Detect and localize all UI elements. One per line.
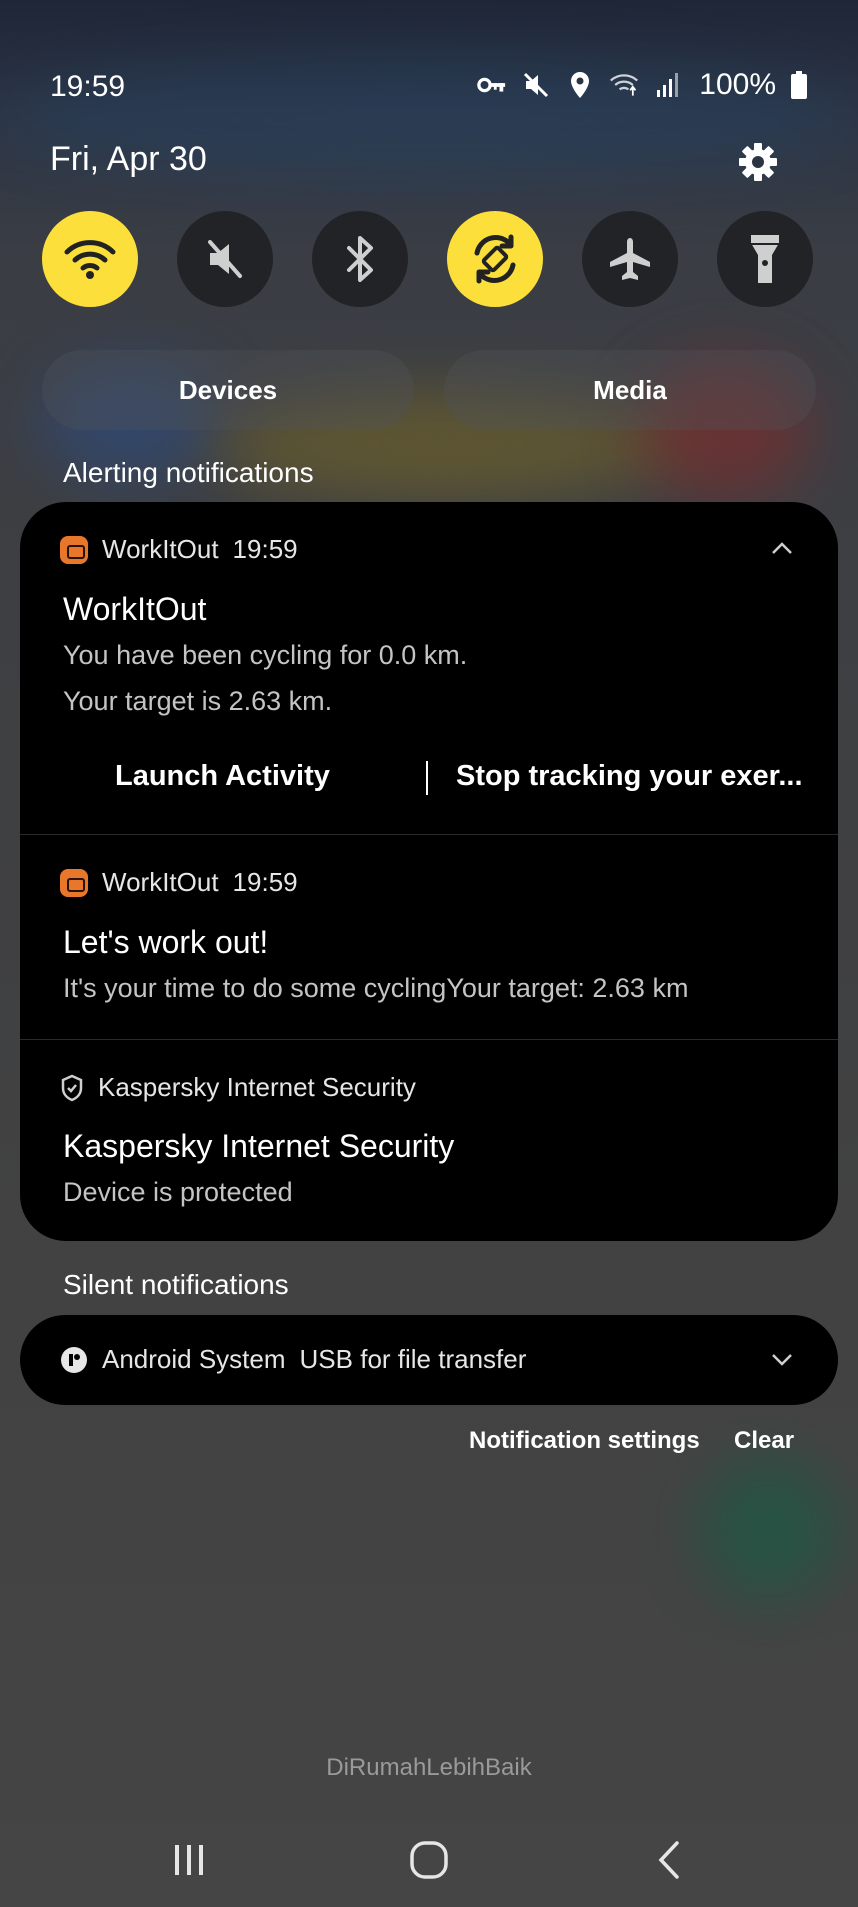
location-icon — [565, 70, 595, 100]
notification-header: WorkItOut 19:59 — [60, 534, 298, 565]
stop-tracking-button[interactable]: Stop tracking your exer... — [456, 760, 803, 793]
devices-button[interactable]: Devices — [42, 350, 414, 430]
navigation-bar — [0, 1820, 858, 1900]
devices-media-row: Devices Media — [42, 350, 816, 430]
carrier-label: DiRumahLebihBaik — [326, 1754, 532, 1781]
notification-body: Device is protected — [63, 1177, 293, 1207]
battery-percentage: 100% — [699, 68, 776, 101]
workitout-app-icon — [60, 868, 88, 897]
notification-header: Android System USB for file transfer — [60, 1344, 526, 1375]
mute-icon — [521, 70, 551, 100]
android-system-icon — [60, 1346, 88, 1374]
alerting-notifications-card: WorkItOut 19:59 WorkItOut You have been … — [20, 502, 838, 1241]
home-icon — [410, 1841, 448, 1879]
notification-title: Kaspersky Internet Security — [63, 1128, 455, 1164]
recent-apps-icon — [175, 1845, 203, 1875]
shield-icon — [60, 1074, 84, 1102]
quick-settings-row — [42, 211, 816, 307]
devices-label: Devices — [178, 374, 278, 405]
battery-icon — [790, 70, 808, 100]
vpn-key-icon — [477, 70, 507, 100]
wifi-toggle[interactable] — [42, 211, 138, 307]
settings-button[interactable] — [736, 140, 780, 184]
status-icons: 100% — [477, 68, 808, 102]
wifi-data-icon — [609, 70, 639, 100]
rotate-icon — [474, 234, 516, 284]
media-label: Media — [593, 374, 667, 405]
silent-notifications-label: Silent notifications — [63, 1269, 289, 1300]
chevron-up-icon — [772, 542, 792, 554]
notification-text: USB for file transfer — [299, 1344, 527, 1374]
launch-activity-button[interactable]: Launch Activity — [115, 760, 330, 793]
bluetooth-icon — [347, 236, 373, 282]
notification-title: WorkItOut — [63, 591, 207, 627]
back-button[interactable] — [629, 1820, 709, 1900]
expand-button[interactable] — [766, 1344, 798, 1376]
flashlight-icon — [751, 235, 779, 283]
notification-time: 19:59 — [232, 534, 298, 564]
back-icon — [658, 1841, 679, 1879]
notification-workitout-reminder[interactable]: WorkItOut 19:59 Let's work out! It's you… — [20, 835, 838, 1040]
collapse-button[interactable] — [766, 532, 798, 564]
date-label: Fri, Apr 30 — [50, 140, 207, 178]
notification-workitout-progress[interactable]: WorkItOut 19:59 WorkItOut You have been … — [20, 502, 838, 835]
notification-app-name: WorkItOut — [102, 867, 219, 897]
notification-header: Kaspersky Internet Security — [60, 1072, 416, 1103]
notification-title: Let's work out! — [63, 924, 269, 960]
notification-body: It's your time to do some cyclingYour ta… — [63, 973, 689, 1003]
notification-app-name: Kaspersky Internet Security — [98, 1072, 416, 1102]
alerting-notifications-label: Alerting notifications — [63, 457, 314, 488]
notification-body-line1: You have been cycling for 0.0 km. — [63, 640, 468, 670]
signal-icon — [653, 70, 683, 100]
gear-icon — [739, 143, 777, 181]
chevron-down-icon — [772, 1354, 792, 1366]
sound-toggle[interactable] — [177, 211, 273, 307]
bluetooth-toggle[interactable] — [312, 211, 408, 307]
mute-icon — [208, 240, 242, 278]
clear-button[interactable]: Clear — [734, 1427, 794, 1455]
notification-settings-button[interactable]: Notification settings — [469, 1427, 700, 1455]
notification-kaspersky[interactable]: Kaspersky Internet Security Kaspersky In… — [20, 1040, 838, 1241]
home-button[interactable] — [389, 1820, 469, 1900]
notification-app-name: Android System — [102, 1344, 286, 1374]
auto-rotate-toggle[interactable] — [447, 211, 543, 307]
media-button[interactable]: Media — [444, 350, 816, 430]
action-divider — [426, 761, 428, 795]
flashlight-toggle[interactable] — [717, 211, 813, 307]
workitout-app-icon — [60, 535, 88, 564]
status-bar: 19:59 100% — [0, 60, 858, 112]
airplane-toggle[interactable] — [582, 211, 678, 307]
notification-header: WorkItOut 19:59 — [60, 867, 298, 898]
recent-apps-button[interactable] — [149, 1820, 229, 1900]
notification-app-name: WorkItOut — [102, 534, 219, 564]
wifi-icon — [64, 240, 116, 279]
status-time: 19:59 — [50, 70, 126, 103]
notification-body-line2: Your target is 2.63 km. — [63, 686, 333, 716]
silent-notification-android-system[interactable]: Android System USB for file transfer — [20, 1315, 838, 1405]
airplane-icon — [610, 238, 650, 280]
notification-time: 19:59 — [232, 867, 298, 897]
